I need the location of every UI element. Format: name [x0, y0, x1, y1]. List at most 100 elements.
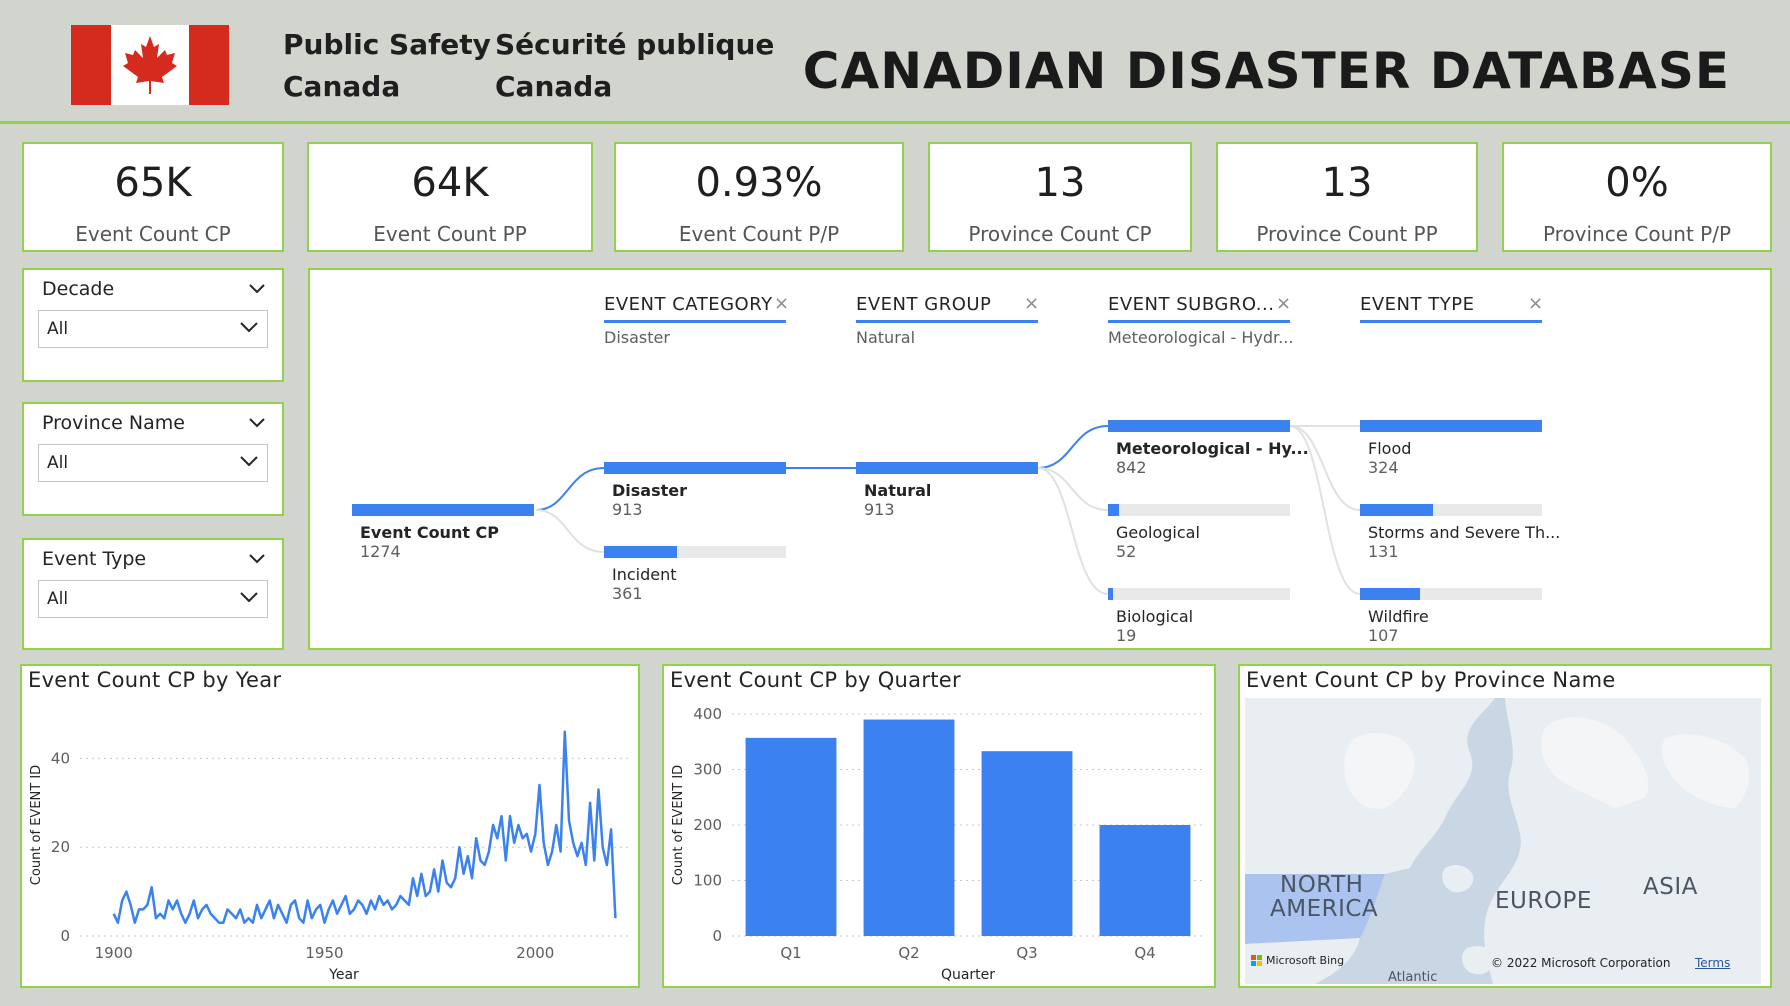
x-tick-label: 1950	[305, 944, 343, 962]
decomposition-tree: EVENT CATEGORY × Disaster EVENT GROUP × …	[308, 268, 1772, 650]
map-terms-link[interactable]: Terms	[1695, 956, 1730, 970]
tree-connectors	[535, 425, 1361, 595]
kpi-value: 13	[1321, 160, 1373, 206]
chevron-down-icon[interactable]	[248, 552, 266, 564]
kpi-label: Event Count CP	[75, 222, 231, 246]
kpi-card-province-count-pp[interactable]: 13 Province Count PP	[1216, 142, 1478, 252]
chevron-down-icon[interactable]	[248, 282, 266, 294]
province-name-dropdown[interactable]: All	[38, 444, 268, 482]
kpi-value: 0%	[1605, 160, 1669, 206]
bar	[745, 737, 837, 936]
map-label-america: AMERICA	[1270, 896, 1379, 922]
microsoft-logo-icon	[1251, 955, 1263, 967]
dropdown-value: All	[47, 589, 69, 609]
tree-node-label: Flood	[1368, 439, 1412, 458]
y-tick-label: 200	[693, 816, 722, 834]
map-landmass	[1245, 698, 1761, 984]
kpi-card-event-count-pp[interactable]: 64K Event Count PP	[307, 142, 593, 252]
y-axis-label: Count of EVENT ID	[29, 765, 44, 885]
tree-node-bar[interactable]	[1360, 504, 1542, 516]
tree-node-bar[interactable]	[604, 546, 786, 558]
tree-node-bar[interactable]	[1108, 420, 1290, 432]
y-tick-label: 300	[693, 761, 722, 779]
x-tick-label: Q3	[1016, 944, 1037, 962]
bar	[1099, 825, 1191, 936]
slicer-title: Province Name	[42, 412, 185, 434]
kpi-value: 0.93%	[695, 160, 823, 206]
kpi-label: Event Count P/P	[678, 222, 840, 246]
tree-node-bar[interactable]	[604, 462, 786, 474]
kpi-card-province-count-cp[interactable]: 13 Province Count CP	[928, 142, 1192, 252]
slicer-decade: Decade All	[22, 268, 284, 382]
x-tick-label: Q2	[898, 944, 919, 962]
tree-node-bar[interactable]	[352, 504, 534, 516]
page-title: CANADIAN DISASTER DATABASE	[802, 42, 1730, 100]
tree-node-label: Storms and Severe Th...	[1368, 523, 1561, 542]
y-tick-label: 400	[693, 705, 722, 723]
tree-node-value: 107	[1368, 626, 1399, 645]
event-type-dropdown[interactable]: All	[38, 580, 268, 618]
dropdown-value: All	[47, 453, 69, 473]
org-name-english: Public Safety Canada	[283, 28, 491, 103]
y-tick-label: 40	[51, 749, 70, 767]
kpi-label: Province Count PP	[1256, 222, 1438, 246]
line-chart-event-count-by-year: Event Count CP by Year 0 20 40 1900 1950 2000…	[20, 664, 640, 988]
map-label-europe: EUROPE	[1495, 888, 1592, 914]
tree-node-bar[interactable]	[1108, 504, 1290, 516]
tree-node-label: Incident	[612, 565, 677, 584]
tree-node-value: 131	[1368, 542, 1399, 561]
tree-node-bar[interactable]	[1360, 420, 1542, 432]
slicer-title: Decade	[42, 278, 115, 300]
x-axis-label: Quarter	[941, 967, 995, 983]
chevron-down-icon	[240, 592, 258, 603]
chart-title: Event Count CP by Province Name	[1246, 668, 1616, 692]
slicer-title: Event Type	[42, 548, 147, 570]
y-tick-label: 100	[693, 872, 722, 890]
y-tick-label: 0	[60, 927, 70, 945]
tree-node-label: Meteorological - Hy...	[1116, 439, 1309, 458]
map-label-north: NORTH	[1280, 872, 1364, 898]
tree-node-value: 913	[612, 500, 643, 519]
y-tick-label: 20	[51, 838, 70, 856]
tree-node-bar[interactable]	[1360, 588, 1542, 600]
kpi-value: 65K	[114, 160, 192, 206]
tree-node-value: 913	[864, 500, 895, 519]
bar-chart-plot[interactable]: 0 100 200 300 400 Q1 Q2 Q3 Q4 Quarter Count of EVE…	[664, 666, 1214, 986]
tree-node-value: 361	[612, 584, 643, 603]
x-axis-label: Year	[328, 967, 359, 983]
map-label-asia: ASIA	[1643, 874, 1698, 900]
tree-node-value: 842	[1116, 458, 1147, 477]
org-name-french: Sécurité publique Canada	[495, 28, 775, 103]
kpi-card-event-count-cp[interactable]: 65K Event Count CP	[22, 142, 284, 252]
x-tick-label: Q1	[780, 944, 801, 962]
kpi-card-event-count-pp-change[interactable]: 0.93% Event Count P/P	[614, 142, 904, 252]
tree-node-value: 324	[1368, 458, 1399, 477]
y-tick-label: 0	[712, 927, 722, 945]
tree-node-bar[interactable]	[856, 462, 1038, 474]
canada-flag-icon	[71, 25, 229, 105]
line-chart-plot[interactable]: 0 20 40 1900 1950 2000 Year Count of EVENT ID	[22, 666, 638, 986]
tree-node-label: Natural	[864, 481, 932, 500]
kpi-label: Province Count CP	[968, 222, 1152, 246]
dropdown-value: All	[47, 319, 69, 339]
header-bar: Public Safety Canada Sécurité publique C…	[0, 0, 1790, 124]
slicer-event-type: Event Type All	[22, 538, 284, 650]
tree-node-value: 52	[1116, 542, 1137, 561]
chevron-down-icon[interactable]	[248, 416, 266, 428]
kpi-value: 64K	[411, 160, 489, 206]
tree-node-root-label: Event Count CP	[360, 523, 500, 542]
decade-dropdown[interactable]: All	[38, 310, 268, 348]
map-canvas[interactable]: NORTH AMERICA EUROPE ASIA Atlantic Micro…	[1245, 698, 1761, 984]
map-copyright: © 2022 Microsoft Corporation	[1491, 956, 1671, 970]
tree-node-label: Biological	[1116, 607, 1194, 626]
bar-chart-event-count-by-quarter: Event Count CP by Quarter 0 100 200 300 400 Q…	[662, 664, 1216, 988]
map-label-atlantic: Atlantic	[1388, 970, 1438, 984]
tree-node-value: 1274	[360, 542, 401, 561]
tree-node-bar[interactable]	[1108, 588, 1290, 600]
y-axis-label: Count of EVENT ID	[671, 765, 686, 885]
chevron-down-icon	[240, 456, 258, 467]
kpi-card-province-count-pp-change[interactable]: 0% Province Count P/P	[1502, 142, 1772, 252]
bar	[981, 751, 1073, 936]
kpi-label: Event Count PP	[373, 222, 527, 246]
slicer-province-name: Province Name All	[22, 402, 284, 516]
